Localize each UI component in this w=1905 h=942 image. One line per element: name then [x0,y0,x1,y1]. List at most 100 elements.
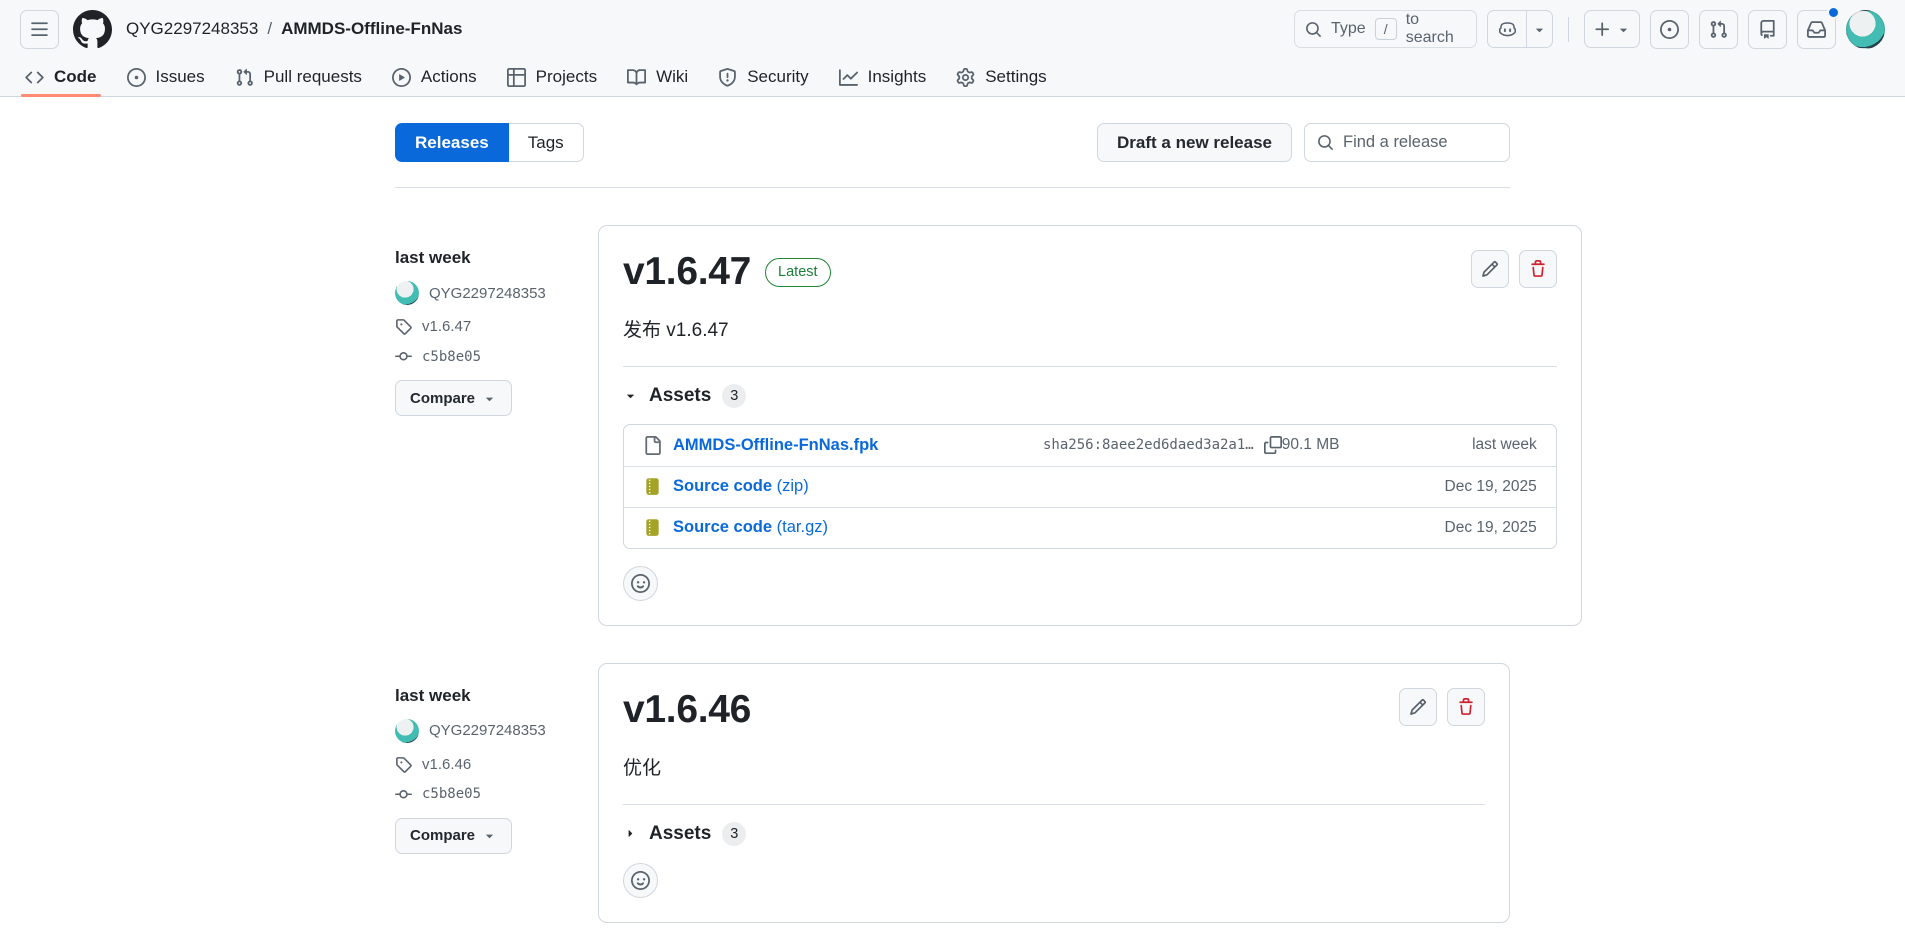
assets-label: Assets [649,385,711,407]
table-icon [507,68,526,87]
draft-new-release-button[interactable]: Draft a new release [1097,123,1292,162]
asset-row: AMMDS-Offline-FnNas.fpk sha256:8aee2ed6d… [624,425,1556,466]
user-avatar[interactable] [1846,10,1885,49]
global-search-input[interactable]: Type / to search [1294,10,1477,48]
source-targz-link[interactable]: Source code (tar.gz) [673,518,828,537]
tab-pull-requests[interactable]: Pull requests [224,58,373,96]
tag-link[interactable]: v1.6.46 [422,756,471,773]
notifications-wrap [1797,10,1836,49]
copilot-menu-button[interactable] [1527,11,1552,47]
commit-link[interactable]: c5b8e05 [422,786,481,802]
assets-list: AMMDS-Offline-FnNas.fpk sha256:8aee2ed6d… [623,424,1557,549]
commit-link[interactable]: c5b8e05 [422,349,481,365]
breadcrumb-repo-link[interactable]: AMMDS-Offline-FnNas [281,19,462,39]
release-entry: last week QYG2297248353 v1.6.46 c5b8e05 … [395,663,1510,923]
asset-date: Dec 19, 2025 [1412,478,1537,496]
release-title[interactable]: v1.6.46 [623,688,751,733]
pencil-icon [1409,698,1427,716]
asset-name-cell: Source code (zip) [643,477,1043,496]
toolbar-divider [395,187,1510,188]
author-link[interactable]: QYG2297248353 [429,722,546,739]
asset-date: last week [1412,436,1537,454]
asset-row: Source code (tar.gz) Dec 19, 2025 [624,507,1556,548]
release-title-wrap: v1.6.47 Latest [623,250,831,295]
asset-download-link[interactable]: AMMDS-Offline-FnNas.fpk [673,436,878,455]
find-release-input[interactable] [1343,133,1497,152]
author-avatar[interactable] [395,281,419,305]
repositories-header-button[interactable] [1748,10,1787,49]
tag-icon [395,318,412,335]
delete-release-button[interactable] [1519,250,1557,288]
tab-settings[interactable]: Settings [945,58,1057,96]
release-description: 优化 [623,753,1485,780]
compare-button[interactable]: Compare [395,818,512,854]
tab-actions[interactable]: Actions [381,58,488,96]
gear-icon [956,68,975,87]
header-left: QYG2297248353 / AMMDS-Offline-FnNas [20,10,462,49]
tab-wiki[interactable]: Wiki [616,58,699,96]
triangle-down-icon [623,388,638,403]
tab-issues[interactable]: Issues [116,58,216,96]
global-nav-menu-button[interactable] [20,10,59,49]
tab-code[interactable]: Code [14,58,108,96]
copilot-button[interactable] [1488,11,1527,47]
releases-toolbar: Releases Tags Draft a new release [395,123,1510,162]
asset-size: 90.1 MB [1282,436,1412,454]
release-card-header: v1.6.47 Latest [623,250,1557,295]
tab-security[interactable]: Security [707,58,819,96]
assets-toggle[interactable]: Assets 3 [623,384,1557,408]
author-link[interactable]: QYG2297248353 [429,285,546,302]
shield-icon [718,68,737,87]
asset-name-cell: AMMDS-Offline-FnNas.fpk [643,436,1043,455]
latest-badge: Latest [765,258,831,287]
source-zip-link[interactable]: Source code (zip) [673,477,809,496]
search-placeholder-prefix: Type [1331,20,1366,38]
header-right: Type / to search [1294,10,1885,49]
github-mark-icon [73,10,112,49]
assets-toggle[interactable]: Assets 3 [623,822,1485,846]
create-new-button[interactable] [1584,10,1640,48]
triangle-right-icon [623,826,638,841]
tab-projects[interactable]: Projects [496,58,608,96]
edit-release-button[interactable] [1471,250,1509,288]
compare-button[interactable]: Compare [395,380,512,416]
asset-sha256: sha256:8aee2ed6daed3a2a1… [1043,437,1254,453]
release-tag-row: v1.6.47 [395,318,598,335]
tab-label: Actions [421,67,477,87]
tag-link[interactable]: v1.6.47 [422,318,471,335]
release-card-header: v1.6.46 [623,688,1485,733]
smiley-icon [631,871,650,890]
github-logo[interactable] [73,10,112,49]
release-title[interactable]: v1.6.47 [623,250,751,295]
chevron-down-icon [1532,22,1547,37]
chevron-down-icon [1616,22,1631,37]
pull-requests-header-button[interactable] [1699,10,1738,49]
slash-key-hint: / [1375,18,1397,40]
trash-icon [1457,698,1475,716]
tags-toggle-button[interactable]: Tags [509,123,584,162]
release-tag-row: v1.6.46 [395,756,598,773]
book-icon [627,68,646,87]
release-commit-row: c5b8e05 [395,348,598,365]
add-reaction-button[interactable] [623,566,658,601]
breadcrumb-owner-link[interactable]: QYG2297248353 [126,19,258,39]
releases-toggle-button[interactable]: Releases [395,123,509,162]
tab-label: Projects [536,67,597,87]
tab-insights[interactable]: Insights [828,58,938,96]
zip-file-icon [643,518,662,537]
copy-digest-button[interactable] [1264,436,1282,454]
release-author-row: QYG2297248353 [395,281,598,305]
repo-icon [1758,20,1777,39]
asset-digest: sha256:8aee2ed6daed3a2a1… [1043,436,1282,454]
add-reaction-button[interactable] [623,863,658,898]
release-description: 发布 v1.6.47 [623,315,1557,342]
git-commit-icon [395,348,412,365]
releases-tags-segmented-control: Releases Tags [395,123,584,162]
edit-release-button[interactable] [1399,688,1437,726]
release-actions [1471,250,1557,288]
chevron-down-icon [482,828,497,843]
issues-header-button[interactable] [1650,10,1689,49]
delete-release-button[interactable] [1447,688,1485,726]
copilot-button-group [1487,10,1553,48]
author-avatar[interactable] [395,719,419,743]
